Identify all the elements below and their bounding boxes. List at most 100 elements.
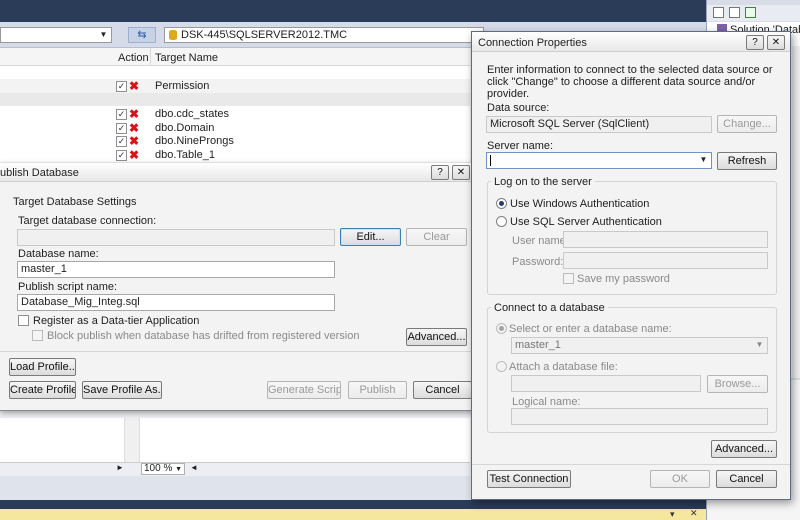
data-source-field: Microsoft SQL Server (SqlClient) [486, 116, 712, 133]
table-row[interactable]: ✓ ✖ dbo.cdc_states [0, 107, 470, 121]
yellow-status-bar [0, 509, 706, 520]
logical-name-input[interactable] [511, 408, 768, 425]
row-target-name: dbo.NineProngs [155, 135, 234, 147]
row-target-name: dbo.cdc_states [155, 108, 229, 120]
chevron-down-icon[interactable]: ▼ [96, 28, 111, 42]
windows-auth-radio[interactable] [496, 198, 507, 209]
table-row[interactable]: ✓ ✖ Permission [0, 79, 470, 93]
target-conn-label: Target database connection: [18, 215, 157, 227]
scroll-left-icon[interactable]: ◄ [190, 463, 198, 472]
block-publish-checkbox[interactable] [32, 330, 43, 341]
delete-icon: ✖ [129, 148, 140, 162]
close-icon[interactable]: ✕ [690, 508, 698, 519]
show-files-icon[interactable] [729, 7, 740, 18]
separator [472, 464, 790, 465]
advanced-button[interactable]: Advanced... [406, 328, 467, 346]
include-checkbox[interactable]: ✓ [116, 81, 127, 92]
table-row[interactable]: ✓ ✖ dbo.Table_1 [0, 148, 470, 162]
include-checkbox[interactable]: ✓ [116, 150, 127, 161]
target-server-name: DSK-445\SQLSERVER2012.TMC [181, 29, 348, 41]
register-checkbox[interactable] [18, 315, 29, 326]
target-server-field[interactable]: DSK-445\SQLSERVER2012.TMC [164, 27, 484, 43]
delete-icon: ✖ [129, 107, 140, 121]
clear-button[interactable]: Clear [406, 228, 467, 246]
register-label: Register as a Data-tier Application [33, 315, 200, 327]
script-pane [0, 418, 470, 462]
grid-group-row [0, 93, 470, 106]
table-row[interactable]: ✓ ✖ dbo.Domain [0, 121, 470, 135]
database-icon [169, 30, 177, 40]
chevron-down-icon[interactable]: ▼ [752, 338, 767, 353]
target-conn-field[interactable] [17, 229, 335, 246]
publish-title: ublish Database [0, 167, 79, 179]
attach-file-radio[interactable] [496, 361, 507, 372]
include-checkbox[interactable]: ✓ [116, 123, 127, 134]
password-input[interactable] [563, 252, 768, 269]
change-button[interactable]: Change... [717, 115, 777, 133]
scroll-right-icon[interactable]: ► [116, 463, 124, 472]
grid-col-divider [150, 48, 151, 66]
select-db-radio[interactable] [496, 323, 507, 334]
refresh-icon[interactable] [745, 7, 756, 18]
create-profile-button[interactable]: Create Profile [9, 381, 76, 399]
chevron-down-icon[interactable]: ▼ [175, 465, 182, 475]
browse-button[interactable]: Browse... [707, 375, 768, 393]
script-name-label: Publish script name: [18, 281, 118, 293]
include-checkbox[interactable]: ✓ [116, 136, 127, 147]
dbname-label: Database name: [18, 248, 99, 260]
separator [0, 351, 477, 352]
pin-icon[interactable]: ▾ [670, 509, 675, 520]
data-source-label: Data source: [487, 102, 550, 114]
status-strip [0, 462, 470, 476]
logon-group-title: Log on to the server [491, 176, 595, 188]
close-button[interactable]: ✕ [452, 165, 470, 180]
help-button[interactable]: ? [431, 165, 449, 180]
col-action-header[interactable]: Action [118, 52, 149, 65]
text-caret [490, 155, 491, 166]
cancel-button[interactable]: Cancel [716, 470, 777, 488]
properties-icon[interactable] [713, 7, 724, 18]
block-publish-label: Block publish when database has drifted … [47, 330, 360, 342]
user-name-label: User name: [512, 235, 569, 247]
publish-button[interactable]: Publish [348, 381, 407, 399]
save-password-checkbox[interactable] [563, 273, 574, 284]
col-target-header[interactable]: Target Name [155, 52, 218, 65]
row-target-name: dbo.Domain [155, 122, 215, 134]
server-name-input[interactable]: ▼ [486, 152, 712, 169]
sql-auth-radio[interactable] [496, 216, 507, 227]
grid-header [0, 48, 470, 66]
save-profile-button[interactable]: Save Profile As... [82, 381, 162, 399]
attach-file-input[interactable] [511, 375, 701, 392]
load-profile-button[interactable]: Load Profile... [9, 358, 76, 376]
ok-button[interactable]: OK [650, 470, 710, 488]
include-checkbox[interactable]: ✓ [116, 109, 127, 120]
chevron-down-icon[interactable]: ▼ [696, 153, 711, 168]
refresh-button[interactable]: Refresh [717, 152, 777, 170]
intro-text: Enter information to connect to the sele… [487, 64, 773, 100]
test-connection-button[interactable]: Test Connection [487, 470, 571, 488]
dbname-input[interactable]: master_1 [17, 261, 335, 278]
close-button[interactable]: ✕ [767, 35, 785, 50]
select-db-label: Select or enter a database name: [509, 323, 672, 335]
bottom-band [0, 476, 470, 500]
user-name-input[interactable] [563, 231, 768, 248]
swap-icon[interactable]: ⇆ [128, 27, 156, 43]
delete-icon: ✖ [129, 134, 140, 148]
delete-icon: ✖ [129, 121, 140, 135]
zoom-combobox[interactable]: 100 % ▼ [141, 463, 185, 475]
row-target-name: Permission [155, 80, 210, 92]
vs-top-frame [0, 0, 706, 22]
delete-icon: ✖ [129, 79, 140, 93]
advanced-button[interactable]: Advanced... [711, 440, 777, 458]
table-row[interactable]: ✓ ✖ dbo.NineProngs [0, 134, 470, 148]
edit-button[interactable]: Edit... [340, 228, 401, 246]
generate-script-button[interactable]: Generate Script [267, 381, 341, 399]
cancel-button[interactable]: Cancel [413, 381, 472, 399]
vertical-scrollbar[interactable] [792, 46, 800, 378]
row-target-name: dbo.Table_1 [155, 149, 215, 161]
help-button[interactable]: ? [746, 35, 764, 50]
pane-splitter[interactable] [124, 418, 140, 462]
source-combobox[interactable]: ▼ [0, 27, 112, 43]
database-name-combobox[interactable]: master_1 ▼ [511, 337, 768, 354]
script-name-input[interactable]: Database_Mig_Integ.sql [17, 294, 335, 311]
